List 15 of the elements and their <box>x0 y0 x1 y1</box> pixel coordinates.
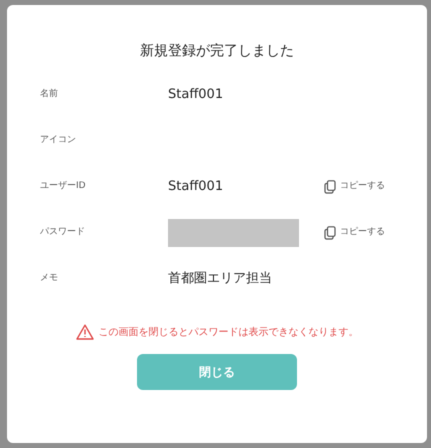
field-label: メモ <box>40 272 59 286</box>
field-label: パスワード <box>40 226 86 240</box>
field-label: アイコン <box>40 134 77 148</box>
warning-icon <box>76 324 94 340</box>
field-label: ユーザーID <box>40 180 87 194</box>
copy-button[interactable]: コピーする <box>324 180 385 194</box>
field-label: 名前 <box>40 88 59 102</box>
field-value: 首都圏エリア担当 <box>168 270 272 288</box>
dialog-title: 新規登録が完了しました <box>139 42 295 61</box>
field-value: Staff001 <box>168 178 224 196</box>
copy-button[interactable]: コピーする <box>324 226 385 240</box>
field-value: Staff001 <box>168 86 224 104</box>
copy-icon <box>324 226 336 240</box>
warning-message: この画面を閉じるとパスワードは表示できなくなります。 <box>98 326 358 340</box>
copy-icon <box>324 180 336 194</box>
